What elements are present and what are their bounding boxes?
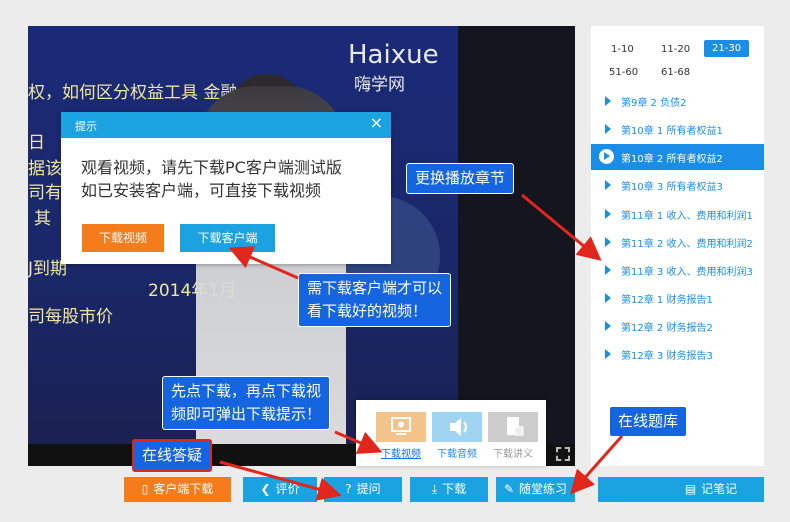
- document-icon: [488, 412, 538, 442]
- callout-click-download: 先点下载，再点下载视 频即可弹出下载提示！: [162, 376, 331, 430]
- fullscreen-icon[interactable]: [556, 447, 570, 461]
- download-icon: ⤓: [431, 482, 438, 496]
- chapter-item[interactable]: 第12章 3 财务报告3: [591, 341, 764, 367]
- edit-icon: ✎: [503, 482, 515, 496]
- ask-question-button[interactable]: ? 提问: [324, 477, 402, 502]
- triangle-right-icon: [605, 321, 611, 331]
- logo-text: Haixue: [348, 40, 439, 70]
- slide-text-line: 司有: [28, 183, 62, 203]
- play-icon: [599, 149, 614, 164]
- page-tab-61-68[interactable]: 61-68: [657, 65, 694, 80]
- chapter-item[interactable]: 第12章 1 财务报告1: [591, 285, 764, 311]
- triangle-right-icon: [605, 124, 611, 134]
- download-video-option[interactable]: 下载视频: [376, 412, 426, 460]
- comment-button[interactable]: ❮ 评价: [243, 477, 317, 502]
- chevron-left-icon: ❮: [260, 482, 271, 496]
- page-tab-21-30[interactable]: 21-30: [704, 40, 750, 57]
- triangle-right-icon: [605, 96, 611, 106]
- chapter-item[interactable]: 第10章 3 所有者权益3: [591, 172, 764, 198]
- triangle-right-icon: [605, 180, 611, 190]
- download-video-button[interactable]: 下载视频: [82, 224, 164, 252]
- triangle-right-icon: [605, 293, 611, 303]
- download-options-popup: 下载视频 下载音频 下载讲义: [356, 400, 546, 466]
- triangle-right-icon: [605, 265, 611, 275]
- slide-text-line: 权，如何区分权益工具 金融: [28, 83, 238, 103]
- triangle-right-icon: [605, 349, 611, 359]
- phone-icon: ▯: [141, 482, 149, 496]
- chapter-item[interactable]: 第9章 2 负债2: [591, 88, 764, 114]
- chapter-item[interactable]: 第11章 2 收入、费用和利润2: [591, 229, 764, 255]
- close-icon[interactable]: ×: [370, 113, 383, 132]
- slide-text-line: 其: [34, 209, 51, 229]
- dialog-title: 提示: [75, 120, 97, 133]
- logo-subtext: 嗨学网: [354, 75, 405, 95]
- triangle-right-icon: [605, 237, 611, 247]
- client-download-button[interactable]: ▯ 客户端下载: [124, 477, 231, 502]
- page-tab-1-10[interactable]: 1-10: [607, 42, 638, 57]
- download-prompt-dialog: 提示 × 观看视频，请先下载PC客户端测试版 如已安装客户端，可直接下载视频 下…: [61, 112, 391, 264]
- download-client-button[interactable]: 下载客户端: [180, 224, 275, 252]
- page-tab-51-60[interactable]: 51-60: [605, 65, 642, 80]
- slide-text-line: 日: [28, 133, 45, 153]
- triangle-right-icon: [605, 209, 611, 219]
- chapter-item[interactable]: 第12章 2 财务报告2: [591, 313, 764, 339]
- question-icon: ?: [345, 482, 352, 496]
- monitor-icon: [376, 412, 426, 442]
- speaker-icon: [432, 412, 482, 442]
- notebook-icon: ▤: [684, 482, 697, 496]
- chapter-item[interactable]: 第10章 1 所有者权益1: [591, 116, 764, 142]
- chapter-item[interactable]: 第11章 3 收入、费用和利润3: [591, 257, 764, 283]
- take-notes-button[interactable]: ▤ 记笔记: [598, 477, 764, 502]
- slide-text-line: 据该: [28, 159, 62, 179]
- slide-text-line: 司每股市价: [28, 307, 113, 327]
- dialog-message: 观看视频，请先下载PC客户端测试版 如已安装客户端，可直接下载视频: [81, 158, 342, 200]
- course-player-page: 权，如何区分权益工具 金融 日 据该 司有 其 J到期 2014年1月 司每股市…: [0, 0, 790, 522]
- chapter-sidebar: 1-10 11-20 21-30 51-60 61-68 第9章 2 负债2 第…: [591, 26, 764, 466]
- callout-need-client: 需下载客户端才可以 看下载好的视频！: [298, 273, 452, 327]
- dialog-header: 提示 ×: [61, 112, 391, 138]
- page-tab-11-20[interactable]: 11-20: [657, 42, 694, 57]
- practice-button[interactable]: ✎ 随堂练习: [496, 477, 575, 502]
- callout-change-chapter: 更换播放章节: [406, 163, 515, 194]
- download-notes-option[interactable]: 下载讲义: [488, 412, 538, 460]
- download-button[interactable]: ⤓ 下载: [410, 477, 488, 502]
- callout-online-qa: 在线答疑: [132, 439, 213, 472]
- callout-online-question-bank: 在线题库: [609, 406, 688, 437]
- video-logo: Haixue 嗨学网: [348, 40, 439, 95]
- chapter-item[interactable]: 第11章 1 收入、费用和利润1: [591, 201, 764, 227]
- chapter-item-active[interactable]: 第10章 2 所有者权益2: [591, 144, 764, 170]
- download-audio-option[interactable]: 下载音频: [432, 412, 482, 460]
